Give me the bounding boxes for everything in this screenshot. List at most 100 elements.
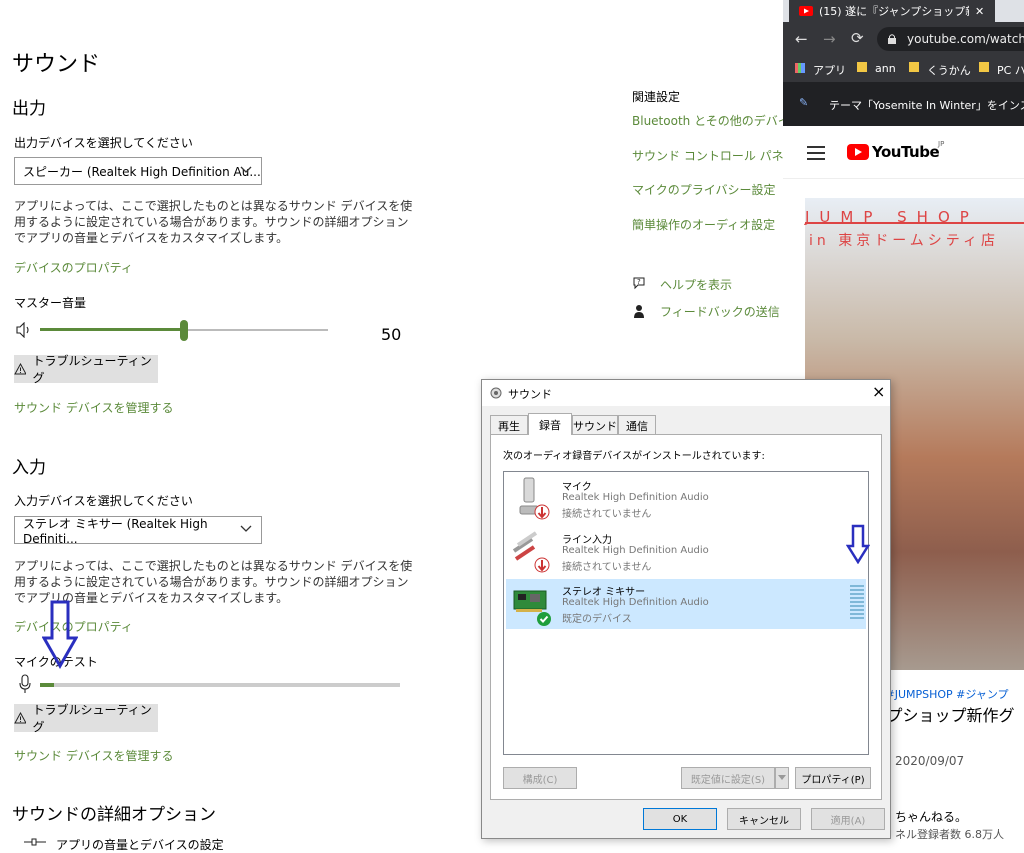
youtube-logo-icon: [847, 144, 869, 160]
video-hashtags[interactable]: グ #JUMPSHOP #ジャンプ: [871, 686, 1009, 702]
feedback-icon: [634, 305, 644, 318]
device-driver: Realtek High Definition Audio: [562, 545, 709, 556]
bookmark-ann[interactable]: ann: [875, 62, 896, 75]
device-row-line-in[interactable]: ライン入力 Realtek High Definition Audio 接続され…: [506, 527, 866, 577]
line-in-device-icon: [512, 531, 550, 573]
input-manage-link[interactable]: サウンド デバイスを管理する: [14, 747, 173, 764]
help-link[interactable]: ヘルプを表示: [660, 276, 732, 293]
feedback-link[interactable]: フィードバックの送信: [660, 303, 780, 320]
youtube-logo-text[interactable]: YouTube: [872, 143, 940, 161]
related-link-ease-of-access-audio[interactable]: 簡単操作のオーディオ設定: [632, 216, 775, 233]
related-link-sound-control-panel[interactable]: サウンド コントロール パネル: [632, 147, 796, 164]
chevron-down-icon: [240, 166, 252, 173]
bookmarks-bar: アプリ ann くうかん PC ハー: [783, 56, 1024, 82]
youtube-logo-suffix: JP: [938, 140, 945, 148]
arrow-down-icon: [42, 600, 78, 670]
youtube-favicon-icon: [799, 6, 813, 16]
related-link-mic-privacy[interactable]: マイクのプライバシー設定: [632, 181, 776, 198]
device-row-stereo-mix[interactable]: ステレオ ミキサー Realtek High Definition Audio …: [506, 579, 866, 629]
equalizer-icon: [24, 838, 46, 846]
input-select-label: 入力デバイスを選択してください: [14, 494, 193, 508]
cancel-button[interactable]: キャンセル: [727, 808, 801, 830]
address-bar[interactable]: youtube.com/watch?: [877, 27, 1024, 51]
recording-device-list: マイク Realtek High Definition Audio 接続されてい…: [503, 471, 870, 755]
microphone-icon: [19, 674, 31, 693]
output-device-select[interactable]: スピーカー (Realtek High Definition Au...: [14, 157, 262, 185]
tab-recording[interactable]: 録音: [528, 413, 572, 435]
browser-toolbar: ← → ⟳ youtube.com/watch?: [783, 22, 1024, 56]
warning-icon: [14, 363, 27, 375]
advanced-app-volume-link[interactable]: アプリの音量とデバイスの設定: [56, 836, 224, 853]
warning-icon: [14, 712, 27, 724]
output-heading: 出力: [12, 99, 46, 119]
input-description: アプリによっては、ここで選択したものとは異なるサウンド デバイスを使用するように…: [14, 559, 413, 605]
chevron-down-icon: [778, 775, 786, 780]
advanced-heading: サウンドの詳細オプション: [12, 805, 216, 825]
speaker-dialog-icon: [490, 387, 502, 399]
output-troubleshoot-button[interactable]: トラブルシューティング: [14, 354, 158, 385]
microphone-device-icon: [519, 477, 550, 520]
reload-icon[interactable]: ⟳: [851, 29, 864, 47]
input-device-value: ステレオ ミキサー (Realtek High Definiti...: [23, 516, 208, 546]
device-name: マイク: [562, 482, 592, 493]
device-name: ステレオ ミキサー: [562, 587, 646, 598]
speaker-icon[interactable]: [16, 322, 34, 338]
close-tab-icon[interactable]: ✕: [975, 5, 984, 18]
browser-tab-strip: (15) 遂に『ジャンプショップ新作グ ✕: [783, 0, 1024, 22]
channel-name[interactable]: ちゃんねる。: [895, 808, 967, 825]
set-default-dropdown[interactable]: [775, 767, 789, 789]
ok-button[interactable]: OK: [643, 808, 717, 830]
input-device-select[interactable]: ステレオ ミキサー (Realtek High Definiti...: [14, 516, 262, 546]
video-banner-line2: in 東京ドームシティ店: [809, 233, 999, 249]
device-status: 接続されていません: [562, 509, 652, 520]
menu-icon[interactable]: [807, 146, 825, 160]
bookmark-pc[interactable]: PC ハー: [997, 62, 1024, 78]
tab-sounds[interactable]: サウンド: [572, 415, 618, 435]
help-icon: ?: [633, 277, 645, 290]
device-driver: Realtek High Definition Audio: [562, 492, 709, 503]
lock-icon: [888, 34, 896, 44]
forward-icon[interactable]: →: [823, 30, 836, 48]
recording-panel: 次のオーディオ録音デバイスがインストールされています: マイク Realtek …: [490, 434, 882, 800]
chevron-down-icon: [240, 525, 252, 532]
device-driver: Realtek High Definition Audio: [562, 597, 709, 608]
banner-rule: [805, 222, 1024, 224]
browser-tab-title: (15) 遂に『ジャンプショップ新作グ: [819, 5, 969, 18]
apply-button[interactable]: 適用(A): [811, 808, 885, 830]
recording-instruction: 次のオーディオ録音デバイスがインストールされています:: [503, 451, 765, 462]
output-properties-link[interactable]: デバイスのプロパティ: [14, 259, 133, 276]
page-title: サウンド: [12, 52, 101, 77]
device-name: ライン入力: [562, 535, 612, 546]
volume-value: 50: [381, 325, 402, 344]
output-manage-link[interactable]: サウンド デバイスを管理する: [14, 399, 173, 416]
bookmark-kuukan[interactable]: くうかん: [927, 62, 971, 78]
dialog-title: サウンド: [508, 388, 552, 401]
close-icon[interactable]: ×: [872, 382, 885, 401]
properties-button[interactable]: プロパティ(P): [795, 767, 871, 789]
channel-subscribers: ネル登録者数 6.8万人: [895, 828, 1004, 841]
device-row-mic[interactable]: マイク Realtek High Definition Audio 接続されてい…: [506, 474, 866, 524]
related-link-bluetooth[interactable]: Bluetooth とその他のデバイス: [632, 112, 801, 129]
sound-card-device-icon: [513, 590, 551, 626]
bookmark-apps[interactable]: アプリ: [813, 62, 846, 78]
input-troubleshoot-button[interactable]: トラブルシューティング: [14, 703, 158, 734]
browser-tab[interactable]: (15) 遂に『ジャンプショップ新作グ ✕: [789, 0, 995, 22]
level-meter: [850, 585, 864, 619]
device-status: 既定のデバイス: [562, 614, 632, 625]
tab-communications[interactable]: 通信: [618, 415, 656, 435]
output-select-label: 出力デバイスを選択してください: [14, 136, 193, 150]
youtube-header: YouTube JP: [783, 126, 1024, 179]
output-troubleshoot-label: トラブルシューティング: [32, 354, 152, 385]
device-status: 接続されていません: [562, 562, 652, 573]
video-title: ンプショップ新作グ: [871, 706, 1015, 725]
volume-slider-thumb[interactable]: [180, 320, 188, 341]
volume-fill: [40, 328, 185, 331]
svg-text:?: ?: [637, 278, 641, 286]
tab-playback[interactable]: 再生: [490, 415, 528, 435]
back-icon[interactable]: ←: [795, 30, 808, 48]
set-default-button[interactable]: 既定値に設定(S): [681, 767, 775, 789]
input-heading: 入力: [12, 458, 46, 478]
theme-install-bar: ✎ テーマ「Yosemite In Winter」をインストール: [783, 82, 1024, 126]
configure-button[interactable]: 構成(C): [503, 767, 577, 789]
folder-icon: [857, 62, 867, 72]
